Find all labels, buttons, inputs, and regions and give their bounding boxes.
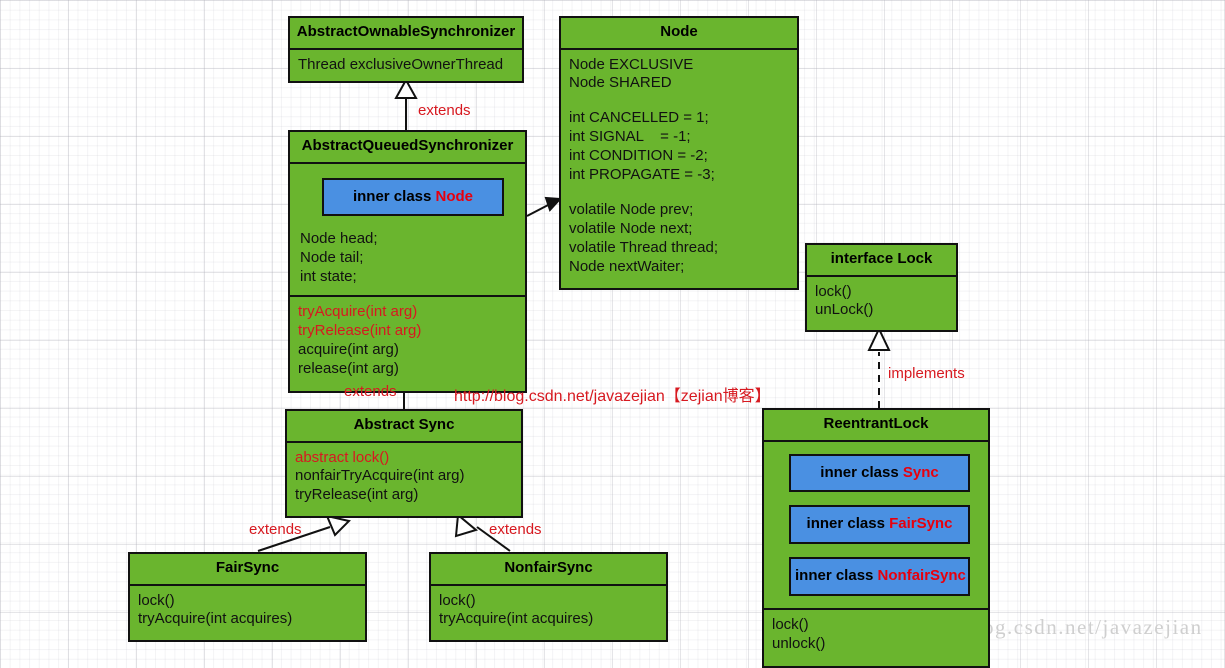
method-row: acquire(int arg): [298, 340, 399, 358]
inner-class-chip-fair-sync[interactable]: inner class FairSync: [789, 505, 970, 545]
class-methods-interface-lock: lock() unLock(): [807, 277, 956, 331]
class-title-abstract-ownable-synchronizer: AbstractOwnableSynchronizer: [290, 18, 522, 50]
field-row: Node SHARED: [569, 74, 672, 92]
edge-aqs-uses-node-arrowhead: [544, 196, 563, 212]
field-row: int state;: [300, 268, 357, 286]
field-row: volatile Thread thread;: [569, 238, 718, 256]
edge-aqs-uses-node-line: [526, 202, 553, 217]
method-row: tryAcquire(int arg): [298, 303, 418, 321]
class-title-abstract-sync: Abstract Sync: [287, 411, 521, 443]
field-row: int CANCELLED = 1;: [569, 109, 709, 127]
class-box-reentrant-lock[interactable]: ReentrantLock inner class Sync inner cla…: [762, 408, 990, 668]
class-box-fair-sync[interactable]: FairSync lock() tryAcquire(int acquires): [128, 552, 367, 643]
method-row: tryAcquire(int acquires): [138, 610, 293, 628]
method-row: lock(): [772, 616, 809, 634]
inner-class-highlight: Node: [435, 187, 474, 205]
field-row: int PROPAGATE = -3;: [569, 165, 715, 183]
inner-class-prefix: inner class: [806, 515, 890, 533]
class-title-abstract-queued-synchronizer: AbstractQueuedSynchronizer: [290, 132, 525, 164]
class-title-interface-lock: interface Lock: [807, 245, 956, 277]
edge-label-fairsync-extends: extends: [249, 521, 302, 538]
field-row: volatile Node next;: [569, 219, 693, 237]
edge-label-implements: implements: [888, 365, 965, 382]
class-title-reentrant-lock: ReentrantLock: [764, 410, 988, 442]
class-fields-abstract-queued-synchronizer: inner class Node Node head; Node tail; i…: [290, 164, 525, 296]
inner-class-highlight: Sync: [902, 463, 939, 481]
method-row: lock(): [815, 282, 852, 300]
class-methods-reentrant-lock: lock() unlock(): [764, 608, 988, 666]
class-box-abstract-queued-synchronizer[interactable]: AbstractQueuedSynchronizer inner class N…: [288, 130, 527, 393]
class-box-nonfair-sync[interactable]: NonfairSync lock() tryAcquire(int acquir…: [429, 552, 668, 643]
class-inner-classes-reentrant-lock: inner class Sync inner class FairSync in…: [764, 442, 988, 609]
inner-class-highlight: FairSync: [889, 515, 953, 533]
method-row: abstract lock(): [295, 448, 390, 466]
class-methods-abstract-sync: abstract lock() nonfairTryAcquire(int ar…: [287, 443, 521, 517]
edge-label-aos-extends: extends: [418, 102, 471, 119]
field-row: volatile Node prev;: [569, 200, 694, 218]
method-row: tryRelease(int arg): [298, 321, 422, 339]
method-row: lock(): [138, 591, 175, 609]
inner-class-prefix: inner class: [820, 463, 903, 481]
inner-class-chip-nonfair-sync[interactable]: inner class NonfairSync: [789, 557, 970, 597]
method-row: tryRelease(int arg): [295, 486, 419, 504]
class-box-abstract-sync[interactable]: Abstract Sync abstract lock() nonfairTry…: [285, 409, 523, 519]
class-box-node[interactable]: Node Node EXCLUSIVE Node SHARED int CANC…: [559, 16, 799, 291]
class-title-nonfair-sync: NonfairSync: [431, 554, 666, 586]
edge-fairsync-extends-sync-arrowhead: [325, 514, 351, 537]
class-title-fair-sync: FairSync: [130, 554, 365, 586]
field-spacer: [569, 93, 789, 109]
class-methods-abstract-queued-synchronizer: tryAcquire(int arg) tryRelease(int arg) …: [290, 295, 525, 391]
class-methods-fair-sync: lock() tryAcquire(int acquires): [130, 586, 365, 641]
class-box-abstract-ownable-synchronizer[interactable]: AbstractOwnableSynchronizer Thread exclu…: [288, 16, 524, 84]
method-row: lock(): [439, 591, 476, 609]
inner-class-chip-node[interactable]: inner class Node: [322, 177, 504, 217]
class-methods-nonfair-sync: lock() tryAcquire(int acquires): [431, 586, 666, 641]
inner-class-prefix: inner class: [795, 567, 878, 585]
edge-label-aqs-extends: extends: [344, 383, 397, 400]
inner-class-prefix: inner class: [352, 187, 436, 205]
field-row: int CONDITION = -2;: [569, 147, 708, 165]
method-row: unLock(): [815, 301, 874, 319]
class-fields-node: Node EXCLUSIVE Node SHARED int CANCELLED…: [561, 50, 797, 289]
method-row: release(int arg): [298, 359, 399, 377]
field-row: int SIGNAL = -1;: [569, 128, 691, 146]
method-row: nonfairTryAcquire(int arg): [295, 467, 465, 485]
edge-label-nonfairsync-extends: extends: [489, 521, 542, 538]
class-title-node: Node: [561, 18, 797, 50]
field-row: Node tail;: [300, 249, 364, 267]
field-row: Node nextWaiter;: [569, 257, 685, 275]
method-row: tryAcquire(int acquires): [439, 610, 594, 628]
watermark-center-url: http://blog.csdn.net/javazejian【zejian博客…: [454, 388, 771, 405]
field-row: Thread exclusiveOwnerThread: [298, 55, 504, 73]
class-fields-abstract-ownable-synchronizer: Thread exclusiveOwnerThread: [290, 50, 522, 82]
inner-class-chip-sync[interactable]: inner class Sync: [789, 453, 970, 493]
class-box-interface-lock[interactable]: interface Lock lock() unLock(): [805, 243, 958, 333]
field-row: Node EXCLUSIVE: [569, 55, 694, 73]
field-spacer: [569, 185, 789, 201]
field-row: Node head;: [300, 230, 378, 248]
diagram-canvas: AbstractOwnableSynchronizer Thread exclu…: [0, 0, 1225, 668]
inner-class-highlight: NonfairSync: [877, 567, 966, 585]
method-row: unlock(): [772, 635, 826, 653]
